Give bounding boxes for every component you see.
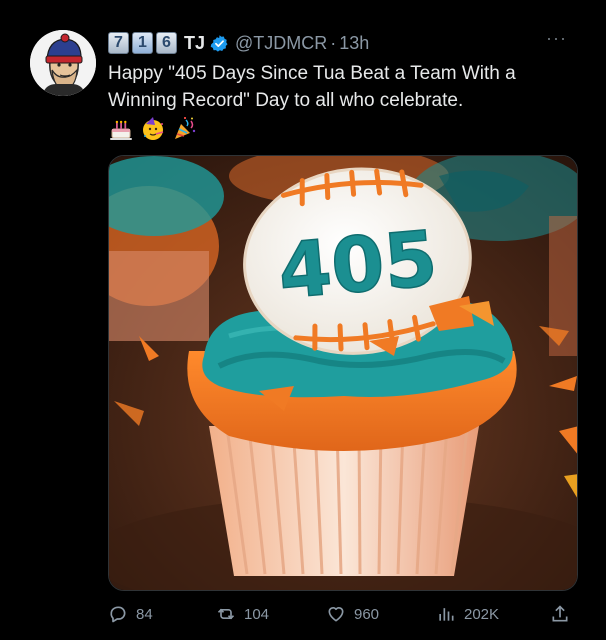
views-count: 202K	[464, 605, 500, 623]
avatar[interactable]	[30, 30, 96, 96]
views-button[interactable]: 202K	[436, 600, 499, 628]
verified-badge-icon[interactable]	[210, 34, 229, 53]
tweet-header: 7 1 6 TJ @TJDMCR · 13h	[108, 28, 369, 58]
like-button[interactable]: 960	[326, 600, 379, 628]
share-icon	[552, 605, 568, 622]
reply-icon	[110, 606, 126, 623]
retweet-button[interactable]: 104	[216, 600, 269, 628]
like-count: 960	[354, 605, 380, 623]
cake-number: 405	[275, 213, 441, 315]
badge-digit: 7	[108, 32, 129, 54]
tweet-media-image[interactable]: 405	[108, 155, 578, 591]
retweet-count: 104	[244, 605, 270, 623]
share-button[interactable]	[550, 600, 570, 628]
handle[interactable]: @TJDMCR	[235, 33, 327, 54]
party-popper-emoji-icon	[175, 117, 196, 139]
cupcake-photo: 405	[109, 156, 577, 590]
badge-digit: 1	[132, 32, 153, 54]
cake-emoji-icon	[110, 120, 132, 140]
avatar-image	[30, 30, 96, 96]
timestamp[interactable]: 13h	[339, 33, 369, 54]
reply-count: 84	[136, 605, 153, 623]
display-name[interactable]: TJ	[184, 33, 205, 54]
tweet-text: Happy "405 Days Since Tua Beat a Team Wi…	[108, 63, 516, 111]
tweet-actions: 84 104 960 202K	[108, 600, 578, 628]
emoji-row	[108, 116, 198, 144]
views-bar-chart-icon	[439, 608, 454, 621]
more-options-icon[interactable]: ···	[546, 29, 566, 53]
tweet[interactable]: 7 1 6 TJ @TJDMCR · 13h ··· Happy "405 Da…	[0, 0, 606, 640]
retweet-icon	[217, 608, 235, 620]
badge-digit: 6	[156, 32, 177, 54]
heart-icon	[328, 607, 344, 622]
partying-face-emoji-icon	[143, 117, 164, 140]
separator-dot: ·	[330, 32, 337, 53]
reply-button[interactable]: 84	[108, 600, 153, 628]
